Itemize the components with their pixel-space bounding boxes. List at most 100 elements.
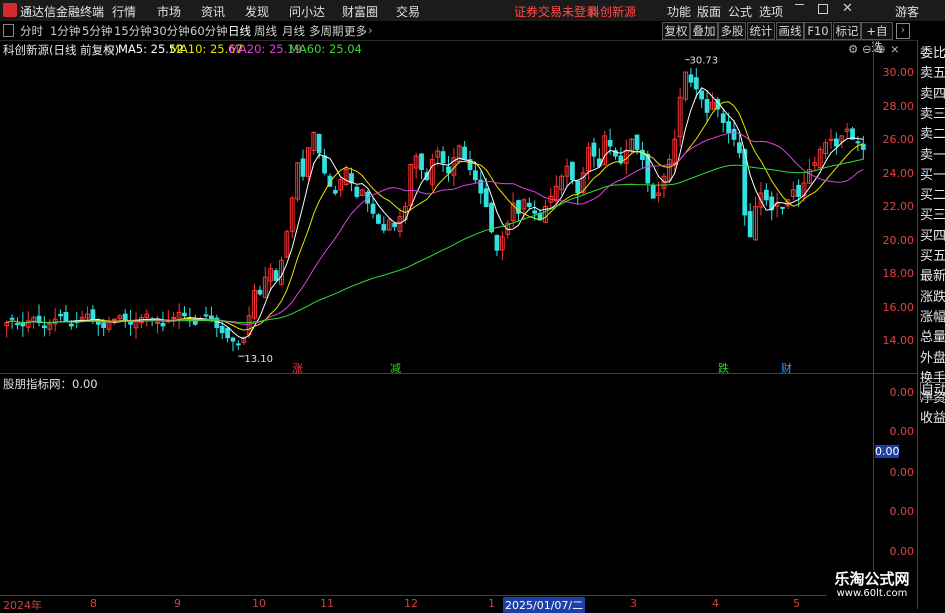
side-item[interactable]: 外盘: [920, 349, 945, 369]
side-item[interactable]: 最新: [920, 267, 945, 287]
menu-gongneng[interactable]: 功能: [667, 3, 691, 20]
price-chart[interactable]: 30.73 13.10: [0, 40, 873, 373]
date-tick: 12: [404, 597, 418, 610]
side-item[interactable]: 自动: [920, 382, 945, 400]
menu-wenxiaoda[interactable]: 问小达: [289, 3, 325, 20]
indicator-tick: 0.00: [889, 505, 915, 518]
period-fenshi[interactable]: 分时: [20, 23, 43, 39]
period-1min[interactable]: 1分钟: [50, 23, 80, 39]
panel-toggle-icon[interactable]: [3, 24, 14, 37]
price-tick: 30.00: [882, 66, 915, 79]
price-tick: 14.00: [882, 334, 915, 347]
side-item[interactable]: 买五: [920, 247, 945, 267]
menu-hangqing[interactable]: 行情: [112, 3, 136, 20]
menu-faxian[interactable]: 发现: [245, 3, 269, 20]
menu-shichang[interactable]: 市场: [157, 3, 181, 20]
period-more[interactable]: 更多: [344, 23, 367, 39]
candle-body: [483, 188, 489, 207]
candle-body: [855, 141, 861, 144]
candle-body: [9, 317, 15, 320]
period-15min[interactable]: 15分钟: [114, 23, 152, 39]
side-item[interactable]: 总量: [920, 328, 945, 348]
candle-body: [20, 323, 26, 327]
side-item[interactable]: 买四: [920, 227, 945, 247]
candle-body: [737, 142, 742, 154]
candle-body: [225, 327, 230, 339]
side-item[interactable]: 卖一: [920, 146, 945, 166]
multi-stock-button[interactable]: 多股: [718, 22, 746, 40]
add-watchlist-button[interactable]: +自选: [861, 22, 893, 54]
app-title: 通达信金融终端: [20, 5, 105, 19]
price-tick: 16.00: [882, 301, 915, 314]
side-item[interactable]: 委比: [920, 44, 945, 64]
f10-button[interactable]: F10: [804, 22, 832, 40]
side-item[interactable]: 买二: [920, 186, 945, 206]
price-tick: 22.00: [882, 200, 915, 213]
cursor-date-label: 2025/01/07/二: [503, 597, 586, 613]
price-tick: 26.00: [882, 133, 915, 146]
menu-bar: 通达信金融终端 行情 市场 资讯 发现 问小达 财富圈 交易 证券交易未登录 科…: [0, 0, 945, 22]
ma5-line: [6, 87, 864, 340]
overlay-button[interactable]: 叠加: [690, 22, 718, 40]
more-chevron-icon[interactable]: ›: [368, 23, 373, 37]
maximize-icon[interactable]: [818, 4, 828, 14]
candle-body: [591, 142, 597, 157]
period-multi[interactable]: 多周期: [309, 23, 344, 39]
candle-body: [15, 323, 20, 326]
candle-body: [607, 139, 613, 147]
indicator-tick: 0.00: [889, 466, 915, 479]
candle-body: [128, 321, 133, 325]
side-item[interactable]: 涨幅: [920, 308, 945, 328]
period-monthly[interactable]: 月线: [282, 23, 305, 39]
minimize-icon[interactable]: [795, 4, 804, 5]
date-tick: 4: [712, 597, 719, 610]
sidebar-toggle-icon[interactable]: ›: [896, 23, 910, 39]
menu-xuanxiang[interactable]: 选项: [759, 3, 783, 20]
candle-body: [219, 326, 225, 334]
candle-body: [569, 161, 575, 181]
candle-body: [155, 322, 160, 325]
mark-button[interactable]: 标记: [833, 22, 861, 40]
menu-caifuquan[interactable]: 财富圈: [342, 3, 378, 20]
menu-zixun[interactable]: 资讯: [201, 3, 225, 20]
statistics-button[interactable]: 统计: [747, 22, 775, 40]
period-weekly[interactable]: 周线: [254, 23, 277, 39]
side-item[interactable]: 收益: [920, 409, 945, 429]
menu-gongshi[interactable]: 公式: [728, 3, 752, 20]
candle-body: [699, 90, 705, 100]
menu-jiaoyi[interactable]: 交易: [396, 3, 420, 20]
period-toolbar: 分时 1分钟 5分钟 15分钟 30分钟 60分钟 日线 周线 月线 多周期 更…: [0, 21, 945, 54]
period-60min[interactable]: 60分钟: [190, 23, 228, 39]
ma20-line: [6, 132, 864, 325]
period-daily[interactable]: 日线: [228, 23, 251, 39]
guest-label[interactable]: 游客: [895, 3, 919, 20]
side-item[interactable]: 卖五: [920, 64, 945, 84]
date-tick: 5: [793, 597, 800, 610]
period-30min[interactable]: 30分钟: [152, 23, 190, 39]
candle-body: [182, 312, 187, 317]
period-5min[interactable]: 5分钟: [82, 23, 112, 39]
candle-body: [160, 322, 166, 327]
close-icon[interactable]: ✕: [842, 1, 853, 16]
candle-body: [101, 322, 107, 329]
candle-body: [440, 151, 446, 164]
side-item[interactable]: 涨跌: [920, 288, 945, 308]
ma60-line: [6, 158, 864, 324]
candle-body: [473, 170, 478, 181]
candle-body: [575, 180, 581, 194]
candle-body: [634, 134, 640, 150]
candle-body: [42, 325, 47, 329]
trade-login-status[interactable]: 证券交易未登录: [514, 3, 598, 20]
side-item[interactable]: 买一: [920, 166, 945, 186]
price-tick: 20.00: [882, 234, 915, 247]
fuquan-button[interactable]: 复权: [662, 22, 690, 40]
candle-body: [693, 77, 699, 90]
drawing-button[interactable]: 画线: [776, 22, 804, 40]
candle-body: [376, 214, 381, 224]
side-item[interactable]: 卖三: [920, 105, 945, 125]
side-item[interactable]: 卖四: [920, 85, 945, 105]
side-item[interactable]: 卖二: [920, 125, 945, 145]
side-item[interactable]: 买三: [920, 206, 945, 226]
menu-banmian[interactable]: 版面: [697, 3, 721, 20]
candle-body: [860, 143, 866, 150]
